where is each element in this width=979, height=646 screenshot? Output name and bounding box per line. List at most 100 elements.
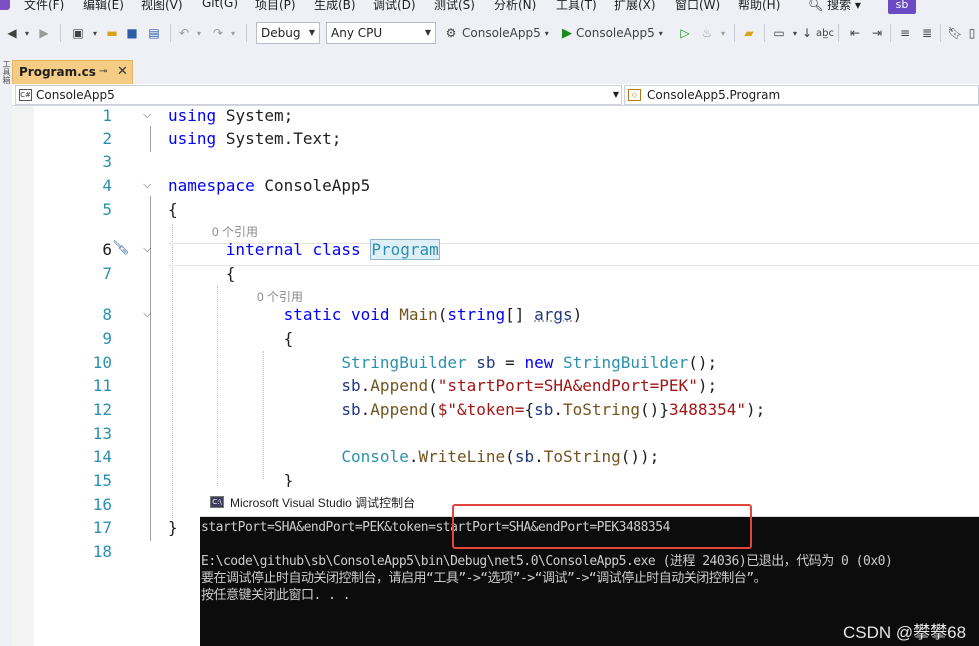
- startup-project-select[interactable]: ConsoleApp5 ▾: [462, 24, 558, 42]
- menu-test[interactable]: 测试(S): [434, 0, 475, 13]
- toolbar-separator: [890, 24, 891, 42]
- code-line[interactable]: 9 {: [12, 329, 979, 352]
- solution-configuration-select[interactable]: Debug ▼: [256, 22, 320, 44]
- code-line[interactable]: 5 {: [12, 200, 979, 223]
- more-icon[interactable]: ▯: [966, 24, 978, 42]
- code-line[interactable]: 14 Console.WriteLine(sb.ToString());: [12, 447, 979, 470]
- chevron-down-icon: ▼: [424, 28, 431, 37]
- start-without-debugging-icon[interactable]: ▷: [678, 24, 692, 42]
- menu-build[interactable]: 生成(B): [314, 0, 356, 13]
- line-number: 3: [102, 152, 112, 171]
- comment-icon[interactable]: ≡: [896, 24, 914, 42]
- startup-project-value: ConsoleApp5: [462, 26, 541, 40]
- chevron-down-icon[interactable]: ▾: [194, 24, 204, 42]
- code-line[interactable]: 4 ⌵ namespace ConsoleApp5: [12, 176, 979, 199]
- chevron-down-icon: ▾: [851, 0, 861, 12]
- code-line[interactable]: 12 sb.Append($"&token={sb.ToString()}348…: [12, 400, 979, 423]
- pin-icon[interactable]: ⊸: [99, 66, 107, 77]
- code-text: {: [168, 329, 294, 348]
- menu-git[interactable]: Git(G): [202, 0, 238, 10]
- code-text: }: [168, 518, 178, 537]
- menu-view[interactable]: 视图(V): [141, 0, 183, 13]
- code-line[interactable]: 6 🪛︎ ⌵ internal class Program: [12, 239, 979, 263]
- menu-window[interactable]: 窗口(W): [675, 0, 720, 13]
- code-line[interactable]: 3: [12, 152, 979, 175]
- code-line[interactable]: 2 using System.Text;: [12, 129, 979, 152]
- play-icon: ▶: [562, 25, 572, 41]
- line-number: 10: [92, 353, 112, 372]
- spellcheck-icon[interactable]: ab̲c: [816, 24, 834, 42]
- save-icon[interactable]: ■: [124, 24, 140, 42]
- layout-icon[interactable]: ▭: [770, 24, 788, 42]
- code-text: {: [168, 200, 178, 219]
- line-number: 13: [92, 424, 112, 443]
- chevron-down-icon[interactable]: ▾: [22, 24, 32, 42]
- line-number: 8: [102, 305, 112, 324]
- toolbar-separator: [838, 24, 839, 42]
- menu-analyze[interactable]: 分析(N): [494, 0, 536, 13]
- back-icon[interactable]: ◀: [4, 24, 20, 42]
- start-debugging-button[interactable]: ▶ ConsoleApp5 ▾: [562, 24, 674, 42]
- type-dropdown[interactable]: ◇ ConsoleApp5.Program: [624, 85, 979, 105]
- code-text: sb.Append("startPort=SHA&endPort=PEK");: [341, 376, 718, 395]
- uncomment-icon[interactable]: ≣: [918, 24, 936, 42]
- code-line[interactable]: 8 ⌵ static void Main(string[] args): [12, 305, 979, 328]
- menu-bar: 文件(F) 编辑(E) 视图(V) Git(G) 项目(P) 生成(B) 调试(…: [0, 0, 979, 14]
- collapse-icon[interactable]: ⌵: [143, 307, 151, 321]
- undo-icon[interactable]: ↶: [176, 24, 192, 42]
- chevron-down-icon[interactable]: ▾: [718, 24, 728, 42]
- browse-folder-icon[interactable]: ▰: [740, 24, 758, 42]
- search-box[interactable]: 🔍︎ 搜索 ▾: [808, 0, 861, 13]
- standard-toolbar: ◀ ▾ ▶ ▣ ▾ ▬ ■ ▤ ↶ ▾ ↷ ▾ Debug ▼ Any CPU ▼ …: [0, 18, 979, 48]
- menu-file[interactable]: 文件(F): [24, 0, 64, 13]
- navigation-bar: C# ConsoleApp5 ▼ ◇ ConsoleApp5.Program: [12, 84, 979, 106]
- code-line[interactable]: 10 StringBuilder sb = new StringBuilder(…: [12, 353, 979, 376]
- code-line[interactable]: 7 {: [12, 264, 979, 287]
- type-dropdown-value: ConsoleApp5.Program: [647, 88, 781, 102]
- forward-icon[interactable]: ▶: [36, 24, 52, 42]
- start-debugging-label: ConsoleApp5: [576, 26, 655, 40]
- breakpoint-icon[interactable]: ↓: [800, 24, 814, 42]
- line-number: 2: [102, 129, 112, 148]
- chevron-down-icon[interactable]: ▾: [228, 24, 238, 42]
- toolbar-separator: [940, 24, 941, 42]
- toolbox-strip[interactable]: 工具箱: [0, 56, 12, 646]
- menu-project[interactable]: 项目(P): [255, 0, 296, 13]
- code-line[interactable]: 13: [12, 424, 979, 447]
- open-folder-icon[interactable]: ▬: [104, 24, 120, 42]
- bookmark-icon[interactable]: 🔖︎: [946, 24, 964, 42]
- menu-extensions[interactable]: 扩展(X): [614, 0, 656, 13]
- outdent-icon[interactable]: ⇤: [846, 24, 864, 42]
- new-project-icon[interactable]: ▣: [68, 24, 88, 42]
- chevron-down-icon[interactable]: ▾: [90, 24, 100, 42]
- close-icon[interactable]: ✕: [117, 64, 128, 79]
- chevron-down-icon: ▾: [658, 28, 663, 38]
- redo-icon[interactable]: ↷: [210, 24, 226, 42]
- gear-icon: ⚙: [445, 26, 457, 40]
- chevron-down-icon[interactable]: ▾: [790, 24, 800, 42]
- solution-name-badge[interactable]: sb: [888, 0, 916, 14]
- line-number: 16: [92, 495, 112, 514]
- menu-debug[interactable]: 调试(D): [373, 0, 416, 13]
- save-all-icon[interactable]: ▤: [146, 24, 162, 42]
- menu-help[interactable]: 帮助(H): [738, 0, 780, 13]
- code-line[interactable]: 1 ⌵ using System;: [12, 106, 979, 129]
- codelens-references[interactable]: 0 个引用: [212, 223, 258, 240]
- indent-icon[interactable]: ⇥: [868, 24, 886, 42]
- project-dropdown[interactable]: C# ConsoleApp5 ▼: [15, 85, 622, 105]
- code-line[interactable]: 11 sb.Append("startPort=SHA&endPort=PEK"…: [12, 376, 979, 399]
- code-text: StringBuilder sb = new StringBuilder();: [341, 353, 718, 372]
- vs-logo-icon[interactable]: [0, 0, 10, 10]
- menu-tools[interactable]: 工具(T): [556, 0, 597, 13]
- menu-edit[interactable]: 编辑(E): [83, 0, 124, 13]
- collapse-icon[interactable]: ⌵: [143, 178, 151, 192]
- code-text: using System;: [168, 106, 294, 125]
- collapse-icon[interactable]: ⌵: [143, 108, 151, 122]
- solution-platform-select[interactable]: Any CPU ▼: [326, 22, 436, 44]
- hot-reload-icon[interactable]: ♨: [698, 24, 716, 42]
- collapse-icon[interactable]: ⌵: [143, 242, 151, 256]
- quick-actions-screwdriver-icon[interactable]: 🪛︎: [112, 240, 130, 256]
- codelens-references[interactable]: 0 个引用: [257, 288, 303, 305]
- line-number: 11: [92, 376, 112, 395]
- tab-program-cs[interactable]: Program.cs ⊸ ✕: [12, 60, 133, 85]
